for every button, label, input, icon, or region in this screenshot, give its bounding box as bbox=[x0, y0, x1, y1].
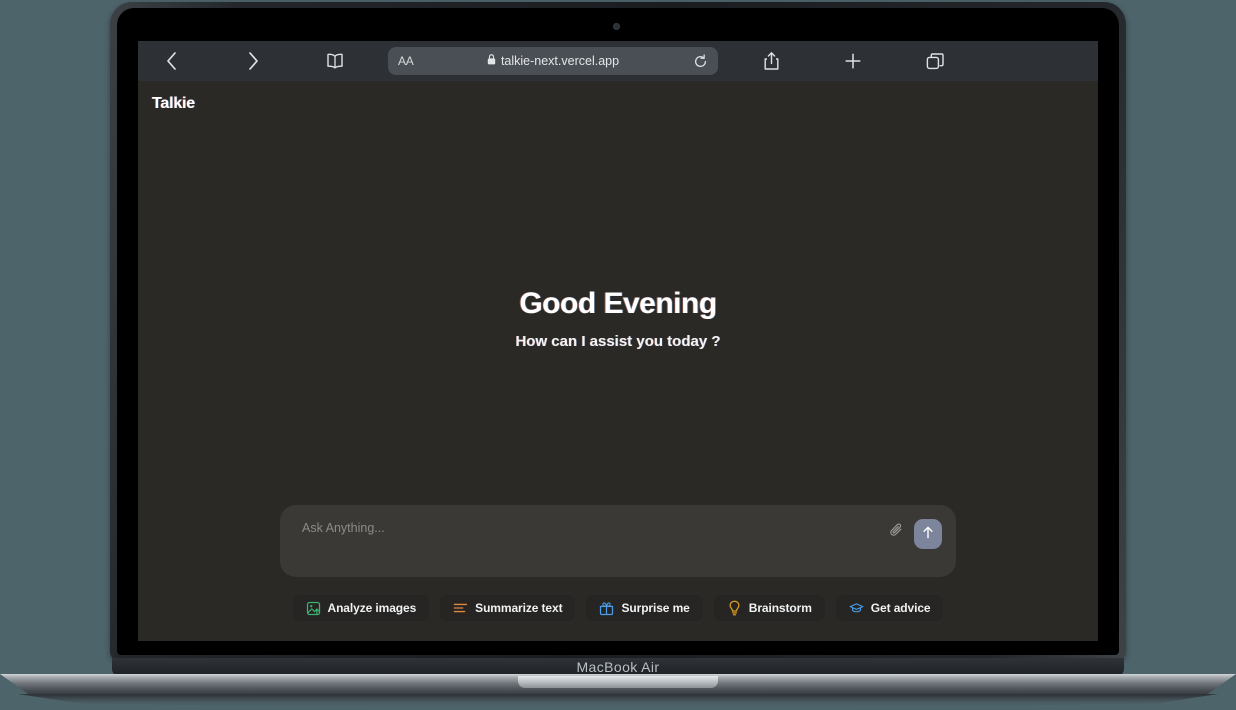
chip-brainstorm[interactable]: Brainstorm bbox=[713, 595, 825, 621]
chip-get-advice[interactable]: Get advice bbox=[835, 595, 944, 621]
app-header: Talkie bbox=[138, 81, 1098, 115]
forward-button[interactable] bbox=[234, 46, 272, 76]
url-text: talkie-next.vercel.app bbox=[500, 54, 620, 68]
plus-icon bbox=[844, 52, 862, 70]
ask-input[interactable] bbox=[302, 521, 884, 535]
share-icon bbox=[763, 51, 780, 71]
chevron-right-icon bbox=[247, 51, 260, 71]
tabs-icon bbox=[926, 52, 945, 71]
chip-label: Analyze images bbox=[327, 601, 417, 615]
attach-file-button[interactable] bbox=[884, 519, 910, 545]
app-logo: Talkie bbox=[152, 95, 195, 112]
laptop-mockup: AA talkie-next.vercel.app Talkie Good Ev… bbox=[0, 0, 1236, 710]
chip-summarize-text[interactable]: Summarize text bbox=[440, 595, 576, 621]
laptop-base-shadow bbox=[18, 694, 1218, 707]
arrow-up-icon bbox=[921, 525, 935, 543]
chip-label: Get advice bbox=[870, 601, 931, 615]
greeting-subtitle: How can I assist you today ? bbox=[515, 333, 721, 350]
laptop-chin: MacBook Air bbox=[112, 658, 1124, 676]
gift-icon bbox=[599, 601, 614, 616]
composer[interactable] bbox=[280, 505, 956, 577]
book-icon bbox=[324, 52, 346, 70]
browser-toolbar: AA talkie-next.vercel.app bbox=[138, 41, 1098, 81]
chip-analyze-images[interactable]: Analyze images bbox=[292, 595, 430, 621]
send-button[interactable] bbox=[914, 519, 942, 549]
new-tab-button[interactable] bbox=[834, 46, 872, 76]
chevron-left-icon bbox=[165, 51, 178, 71]
reload-button[interactable] bbox=[693, 53, 708, 69]
laptop-base-notch bbox=[518, 676, 718, 688]
greeting-block: Good Evening How can I assist you today … bbox=[138, 287, 1098, 350]
image-analyze-icon bbox=[306, 601, 321, 616]
lock-icon bbox=[487, 52, 496, 70]
chip-label: Brainstorm bbox=[748, 601, 812, 615]
composer-wrapper bbox=[138, 505, 1098, 577]
address-bar-center: talkie-next.vercel.app bbox=[388, 52, 718, 70]
show-tabs-button[interactable] bbox=[916, 46, 954, 76]
text-size-button[interactable]: AA bbox=[398, 54, 414, 68]
suggestion-chips: Analyze images Summarize text Surprise m… bbox=[138, 595, 1098, 621]
text-lines-icon bbox=[453, 601, 468, 616]
greeting-title: Good Evening bbox=[519, 287, 717, 320]
share-button[interactable] bbox=[752, 46, 790, 76]
talkie-app: Talkie Good Evening How can I assist you… bbox=[138, 81, 1098, 641]
device-model-label: MacBook Air bbox=[576, 659, 660, 675]
back-button[interactable] bbox=[152, 46, 190, 76]
paperclip-icon bbox=[889, 522, 905, 543]
chip-surprise-me[interactable]: Surprise me bbox=[586, 595, 703, 621]
lightbulb-icon bbox=[727, 600, 742, 616]
address-bar[interactable]: AA talkie-next.vercel.app bbox=[388, 47, 718, 75]
bookmarks-button[interactable] bbox=[316, 46, 354, 76]
chip-label: Surprise me bbox=[621, 601, 690, 615]
graduation-cap-icon bbox=[849, 601, 864, 616]
browser-window: AA talkie-next.vercel.app Talkie Good Ev… bbox=[138, 41, 1098, 641]
webcam-icon bbox=[613, 23, 620, 30]
chip-label: Summarize text bbox=[475, 601, 563, 615]
